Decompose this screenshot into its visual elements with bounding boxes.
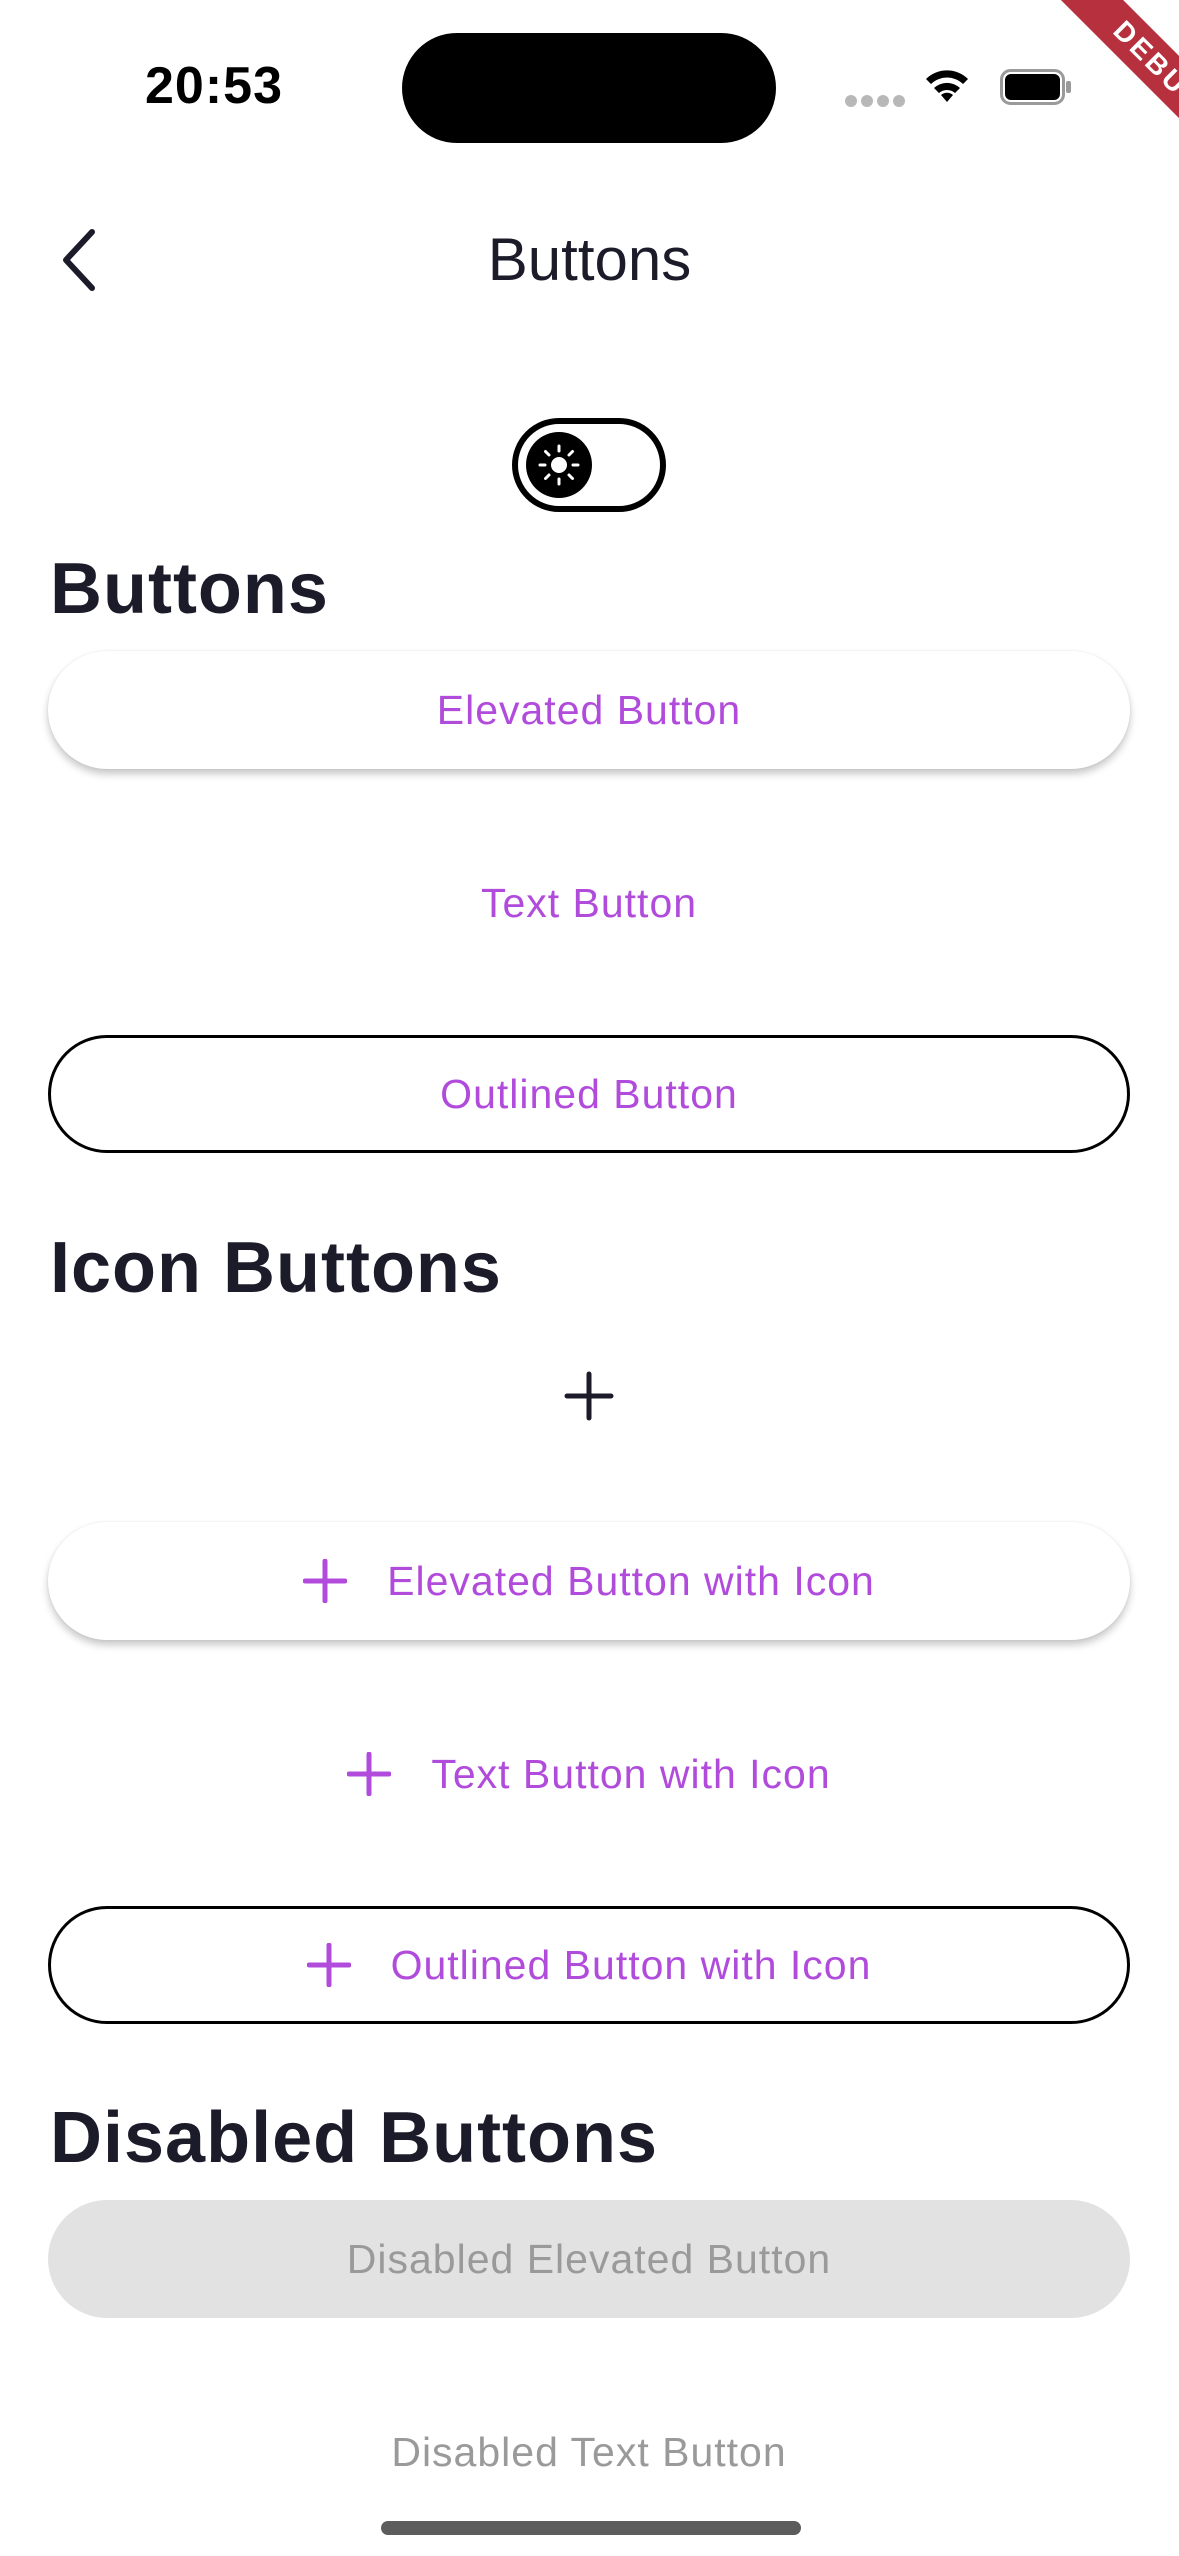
text-icon-button-label: Text Button with Icon xyxy=(431,1750,831,1797)
page-title: Buttons xyxy=(487,226,692,293)
outlined-icon-button-label: Outlined Button with Icon xyxy=(390,1941,872,1988)
plus-icon xyxy=(303,1559,348,1603)
plus-icon[interactable] xyxy=(555,1362,623,1430)
disabled-text-button: Disabled Text Button xyxy=(48,2393,1130,2511)
disabled-elevated-button: Disabled Elevated Button xyxy=(48,2200,1130,2318)
text-icon-button[interactable]: Text Button with Icon xyxy=(48,1715,1130,1833)
outlined-icon-button[interactable]: Outlined Button with Icon xyxy=(48,1906,1130,2024)
toggle-knob xyxy=(526,432,592,498)
status-time: 20:53 xyxy=(145,57,283,115)
cellular-signal-icon xyxy=(845,94,909,112)
wifi-icon xyxy=(926,70,968,102)
home-indicator[interactable] xyxy=(381,2521,801,2535)
elevated-button[interactable]: Elevated Button xyxy=(48,651,1130,769)
outlined-button[interactable]: Outlined Button xyxy=(48,1035,1130,1153)
disabled-text-button-label: Disabled Text Button xyxy=(391,2428,787,2475)
debug-banner: DEBUG xyxy=(999,0,1179,180)
sun-icon xyxy=(538,444,580,486)
elevated-button-label: Elevated Button xyxy=(436,686,742,733)
disabled-elevated-button-label: Disabled Elevated Button xyxy=(346,2235,832,2282)
elevated-icon-button-label: Elevated Button with Icon xyxy=(387,1557,875,1604)
debug-banner-label: DEBUG xyxy=(1051,0,1179,175)
elevated-icon-button[interactable]: Elevated Button with Icon xyxy=(48,1522,1130,1640)
section-title-icon-buttons: Icon Buttons xyxy=(50,1228,502,1308)
text-button[interactable]: Text Button xyxy=(48,844,1130,962)
theme-toggle[interactable] xyxy=(512,418,666,512)
plus-icon xyxy=(306,1943,351,1987)
plus-icon xyxy=(347,1752,392,1796)
outlined-button-label: Outlined Button xyxy=(440,1070,738,1117)
dynamic-island xyxy=(402,33,776,143)
section-title-disabled-buttons: Disabled Buttons xyxy=(50,2098,659,2178)
text-button-label: Text Button xyxy=(480,879,698,926)
section-title-buttons: Buttons xyxy=(50,549,329,629)
